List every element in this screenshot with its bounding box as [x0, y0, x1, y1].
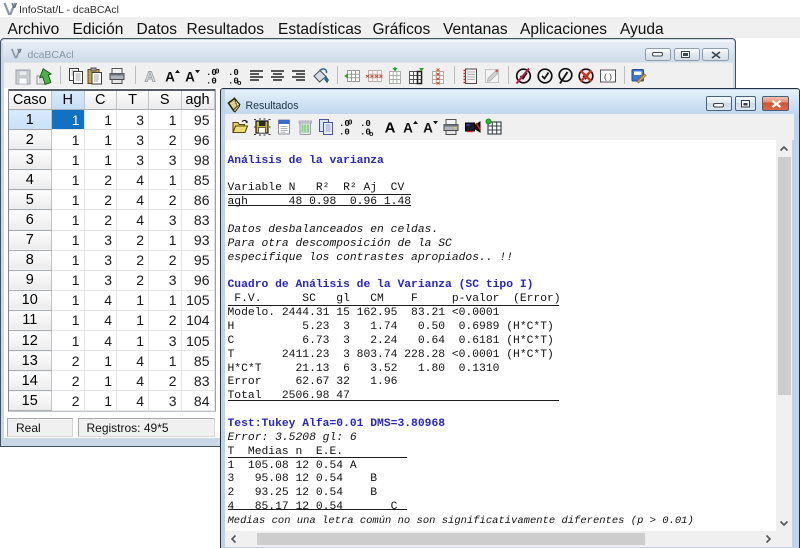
svg-text:A: A [403, 120, 413, 135]
svg-text:A: A [423, 120, 433, 135]
svg-text:0: 0 [348, 119, 353, 127]
svg-text:A: A [185, 70, 195, 85]
svg-text:A: A [145, 69, 156, 86]
svg-text:0: 0 [215, 69, 220, 77]
svg-text:.0: .0 [339, 127, 350, 137]
svg-text:.0: .0 [206, 77, 217, 87]
svg-text:( ): ( ) [603, 72, 611, 82]
svg-text:A: A [385, 119, 396, 136]
svg-text:o: o [237, 80, 242, 88]
svg-text:A: A [165, 70, 175, 85]
svg-text:o: o [369, 131, 374, 139]
